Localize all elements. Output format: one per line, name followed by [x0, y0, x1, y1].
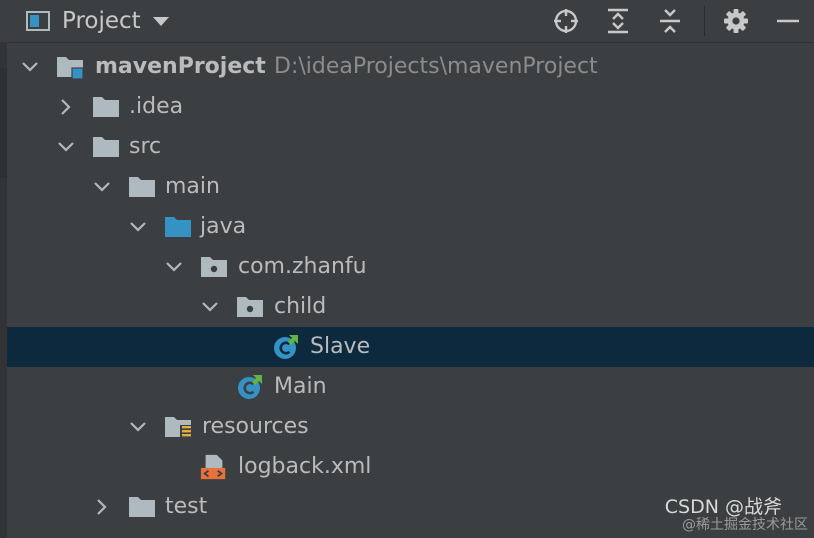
- package-icon: [200, 254, 228, 280]
- tree-path-mavenproject: D:\ideaProjects\mavenProject: [274, 54, 598, 79]
- folder-icon: [128, 174, 156, 200]
- chevron-right-icon[interactable]: [57, 98, 75, 116]
- chevron-down-icon[interactable]: [57, 138, 75, 156]
- hide-icon: [777, 19, 799, 23]
- resources-folder-icon: [164, 414, 192, 440]
- module-folder-icon: [56, 54, 84, 80]
- tree-label-test: test: [165, 494, 208, 519]
- left-tool-strip: [0, 43, 7, 538]
- tree-row-src[interactable]: src: [7, 127, 814, 167]
- hide-button[interactable]: [774, 7, 802, 35]
- project-window-icon: [26, 11, 50, 31]
- tree-row-slave[interactable]: Slave: [7, 327, 814, 367]
- tree-label-main: main: [165, 174, 220, 199]
- chevron-down-icon[interactable]: [21, 58, 39, 76]
- tree-label-java: java: [200, 214, 247, 239]
- locate-button[interactable]: [552, 7, 580, 35]
- gear-icon: [724, 9, 748, 33]
- project-toolbar: Project: [0, 0, 814, 43]
- java-class-icon: [236, 374, 264, 400]
- folder-icon: [92, 94, 120, 120]
- folder-icon: [128, 494, 156, 520]
- tree-row-com-zhanfu[interactable]: com.zhanfu: [7, 247, 814, 287]
- package-icon: [236, 294, 264, 320]
- project-view-selector[interactable]: Project: [26, 8, 169, 34]
- tree-row-main-class[interactable]: Main: [7, 367, 814, 407]
- expand-all-button[interactable]: [604, 7, 632, 35]
- project-tree: mavenProject D:\ideaProjects\mavenProjec…: [7, 47, 814, 527]
- tree-row-logback[interactable]: logback.xml: [7, 447, 814, 487]
- tree-row-java[interactable]: java: [7, 207, 814, 247]
- chevron-down-icon[interactable]: [93, 178, 111, 196]
- tree-label-mavenproject: mavenProject: [95, 54, 266, 79]
- chevron-down-icon[interactable]: [201, 298, 219, 316]
- tree-row-resources[interactable]: resources: [7, 407, 814, 447]
- collapse-all-icon: [660, 9, 680, 33]
- tree-row-child[interactable]: child: [7, 287, 814, 327]
- chevron-down-icon[interactable]: [129, 418, 147, 436]
- project-view-title: Project: [62, 8, 141, 34]
- tree-label-main-class: Main: [274, 374, 327, 399]
- collapse-all-button[interactable]: [656, 7, 684, 35]
- tree-label-resources: resources: [202, 414, 309, 439]
- toolbar-separator: [704, 6, 705, 36]
- watermark-juejin: @稀土掘金技术社区: [682, 517, 808, 533]
- tree-label-src: src: [129, 134, 162, 159]
- folder-icon: [92, 134, 120, 160]
- chevron-right-icon[interactable]: [93, 498, 111, 516]
- tree-label-idea: .idea: [129, 94, 184, 119]
- tree-label-slave: Slave: [310, 334, 371, 359]
- tree-label-logback: logback.xml: [238, 454, 372, 479]
- tree-row-idea[interactable]: .idea: [7, 87, 814, 127]
- source-folder-icon: [164, 214, 192, 240]
- tree-label-com-zhanfu: com.zhanfu: [238, 254, 367, 279]
- chevron-down-icon[interactable]: [129, 218, 147, 236]
- expand-all-icon: [608, 8, 628, 34]
- xml-file-icon: [200, 454, 228, 480]
- tree-row-mavenproject[interactable]: mavenProject D:\ideaProjects\mavenProjec…: [7, 47, 814, 87]
- java-class-icon: [272, 334, 300, 360]
- tree-label-child: child: [274, 294, 327, 319]
- caret-down-icon: [152, 16, 169, 26]
- tree-row-main[interactable]: main: [7, 167, 814, 207]
- locate-icon: [554, 9, 578, 33]
- settings-button[interactable]: [722, 7, 750, 35]
- chevron-down-icon[interactable]: [165, 258, 183, 276]
